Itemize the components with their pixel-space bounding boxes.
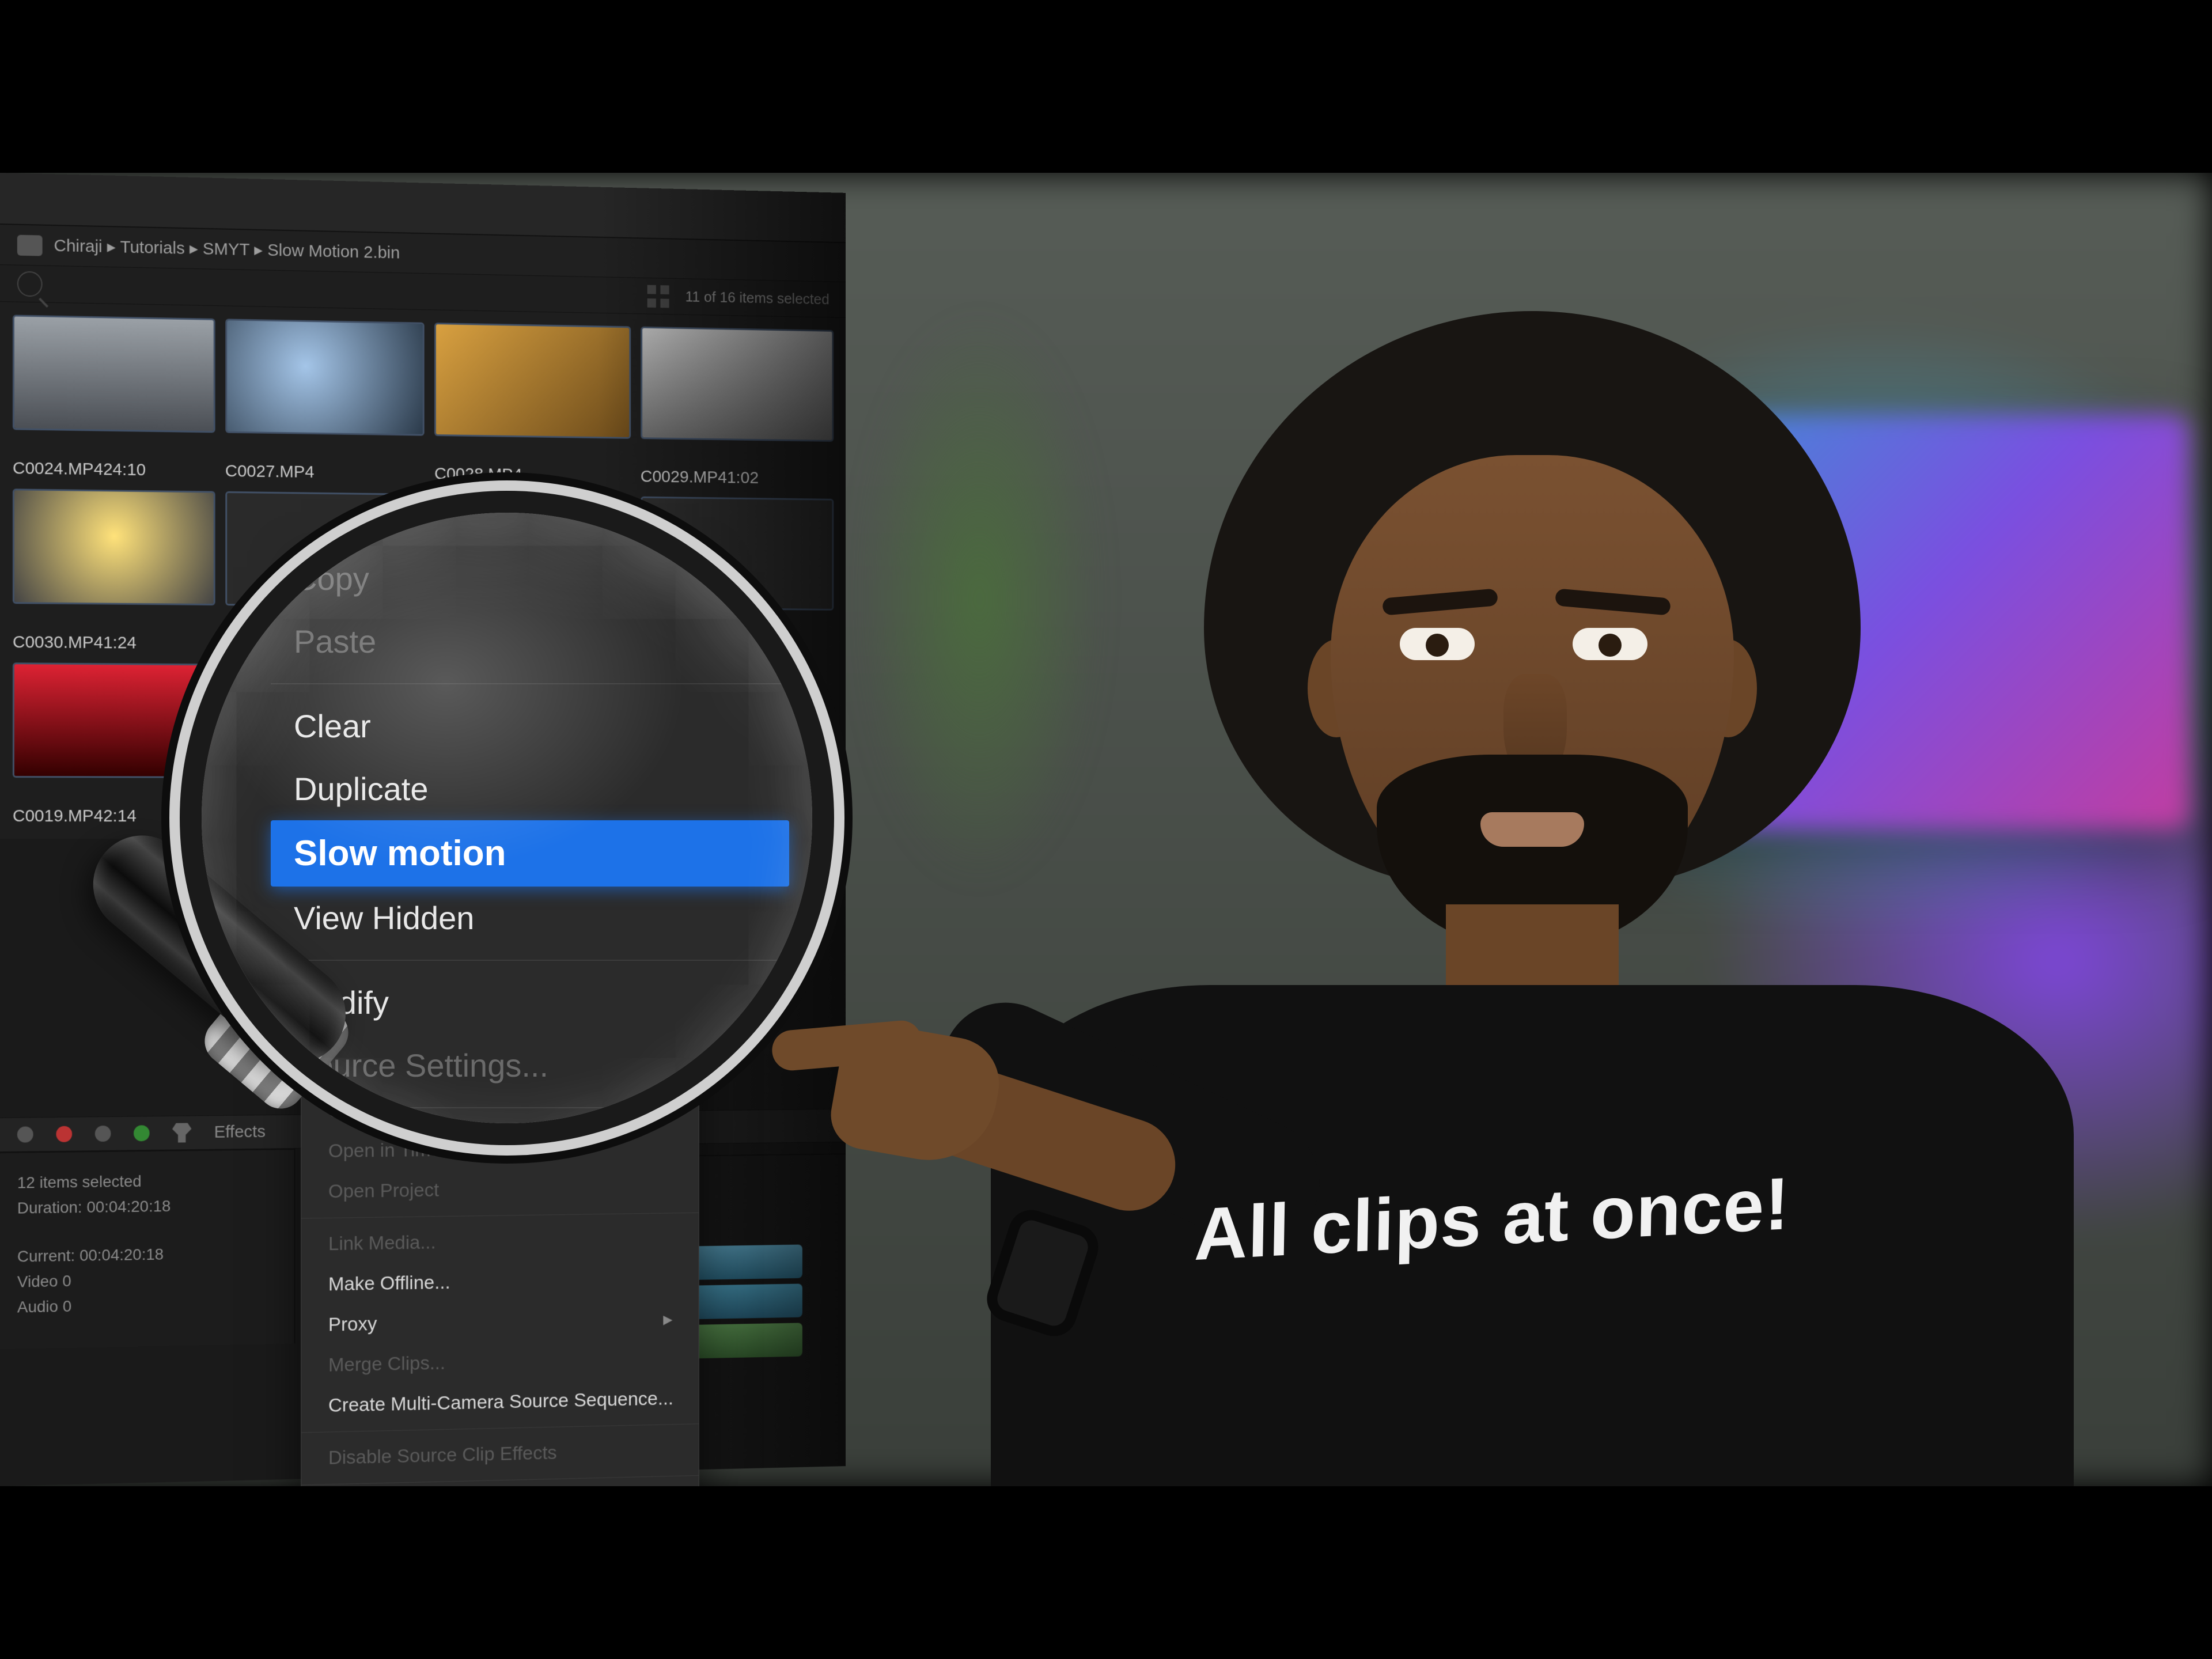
clip-duration: 24:10 [103,460,146,479]
info-line: Video 0 [17,1265,277,1294]
tool-dot[interactable] [134,1125,150,1141]
clip-name: C0024.MP4 [13,459,103,479]
magnified-menu-item: Slow motion [271,820,789,887]
info-line: Audio 0 [17,1290,277,1320]
search-icon[interactable] [17,271,43,297]
menu-item: Open Project [301,1167,699,1213]
letterbox-bottom [0,1486,2212,1659]
info-line: 12 items selected [17,1167,277,1196]
clip-duration: 1:24 [103,633,137,652]
selection-count: 11 of 16 items selected [685,288,830,308]
menu-item: Open in Timeline [301,1127,699,1172]
menu-item[interactable]: Create Multi-Camera Source Sequence... [301,1378,699,1426]
project-path: Chiraji ▸ Tutorials ▸ SMYT ▸ Slow Motion… [54,236,400,263]
info-line: Current: 00:04:20:18 [17,1240,277,1270]
clip-name: C0019.MP4 [13,806,103,825]
clip-name: C0027.MP4 [225,461,315,482]
effects-label: Effects [214,1122,266,1142]
magnified-menu-item: Duplicate [271,757,789,820]
magnified-menu-item: Modify [271,971,789,1034]
clip-thumb[interactable] [13,315,215,433]
info-line: Duration: 00:04:20:18 [17,1192,277,1221]
clip-thumb[interactable] [434,323,631,439]
clip-thumb[interactable] [13,662,215,778]
magnified-menu-item: Paste [271,610,789,673]
tool-dot[interactable] [17,1126,33,1142]
presenter: All clips at once! [904,305,2160,1486]
record-dot-icon[interactable] [56,1126,72,1142]
stage: Chiraji ▸ Tutorials ▸ SMYT ▸ Slow Motion… [0,173,2212,1486]
clip-thumb[interactable] [225,319,425,435]
menu-item: Disable Source Clip Effects [301,1430,699,1479]
magnified-menu-item: Copy [271,547,789,610]
magnified-menu-item: View Hidden [271,887,789,949]
clip-thumb[interactable] [641,327,834,442]
clip-info-panel: 12 items selected Duration: 00:04:20:18 … [0,1149,295,1349]
tool-dot[interactable] [95,1126,111,1142]
magnified-menu-item: Clear [271,695,789,757]
menu-item[interactable]: Make Offline... [301,1259,699,1305]
grid-view-icon[interactable] [647,285,669,308]
clip-duration: 2:14 [103,806,137,825]
clip-thumb[interactable] [13,488,215,605]
magnified-menu-item: New Bin From Selection [271,1119,789,1123]
letterbox-top [0,0,2212,173]
wrench-icon[interactable] [172,1123,191,1142]
bin-icon [17,234,43,256]
clip-duration: 1:02 [727,468,759,487]
clip-name: C0030.MP4 [13,632,103,652]
menu-item[interactable]: Proxy [301,1298,699,1346]
clip-name: C0029.MP4 [641,467,727,487]
magnified-menu-item: Source Settings... [271,1034,789,1097]
clip-name: C0028.MP4 [434,464,522,484]
menu-item: Link Media... [301,1218,699,1264]
